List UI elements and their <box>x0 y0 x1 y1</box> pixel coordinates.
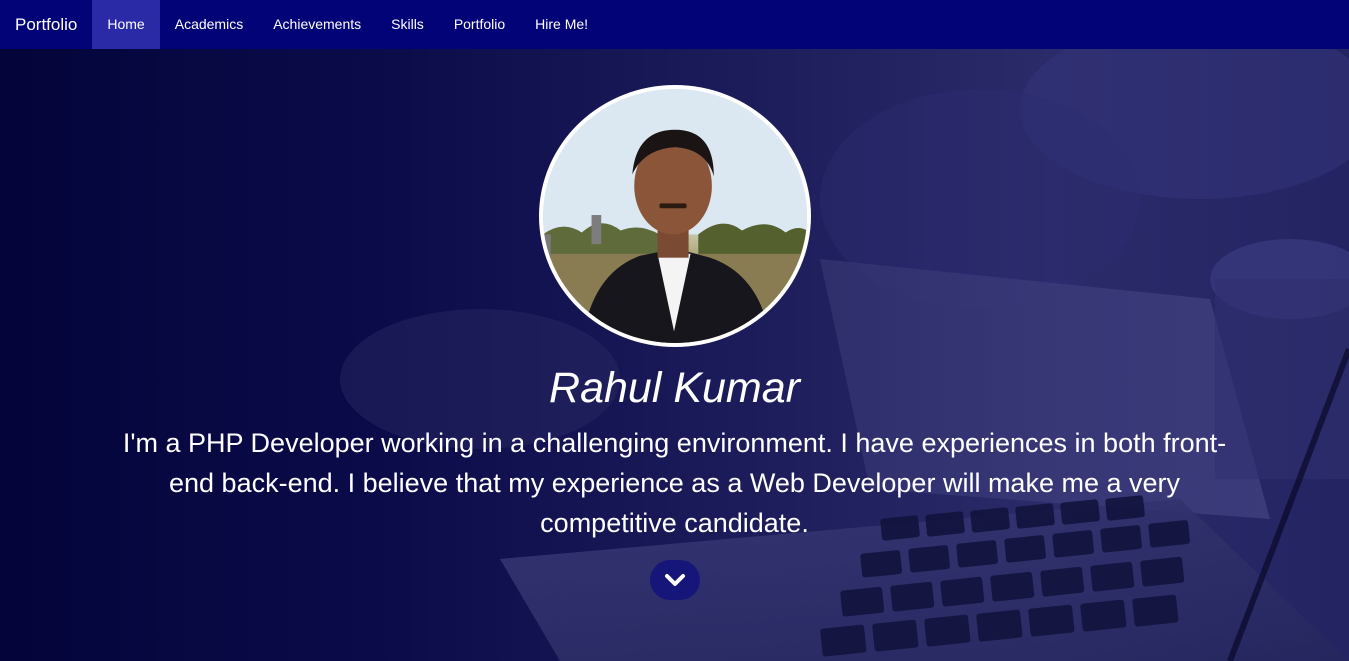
profile-name: Rahul Kumar <box>549 364 800 412</box>
profile-photo <box>539 85 811 347</box>
hero-content: Rahul Kumar I'm a PHP Developer working … <box>0 49 1349 661</box>
nav-item-home[interactable]: Home <box>92 0 160 49</box>
hero-section: Rahul Kumar I'm a PHP Developer working … <box>0 49 1349 661</box>
nav-links: Home Academics Achievements Skills Portf… <box>92 0 603 49</box>
profile-bio: I'm a PHP Developer working in a challen… <box>122 428 1227 538</box>
top-navbar: Portfolio Home Academics Achievements Sk… <box>0 0 1349 49</box>
chevron-down-icon <box>665 574 685 586</box>
brand-link[interactable]: Portfolio <box>0 0 92 49</box>
nav-item-portfolio[interactable]: Portfolio <box>439 0 520 49</box>
nav-item-skills[interactable]: Skills <box>376 0 439 49</box>
person-icon <box>543 89 807 343</box>
scroll-down-button[interactable] <box>650 560 700 600</box>
nav-item-academics[interactable]: Academics <box>160 0 258 49</box>
nav-item-hire-me[interactable]: Hire Me! <box>520 0 603 49</box>
nav-item-achievements[interactable]: Achievements <box>258 0 376 49</box>
